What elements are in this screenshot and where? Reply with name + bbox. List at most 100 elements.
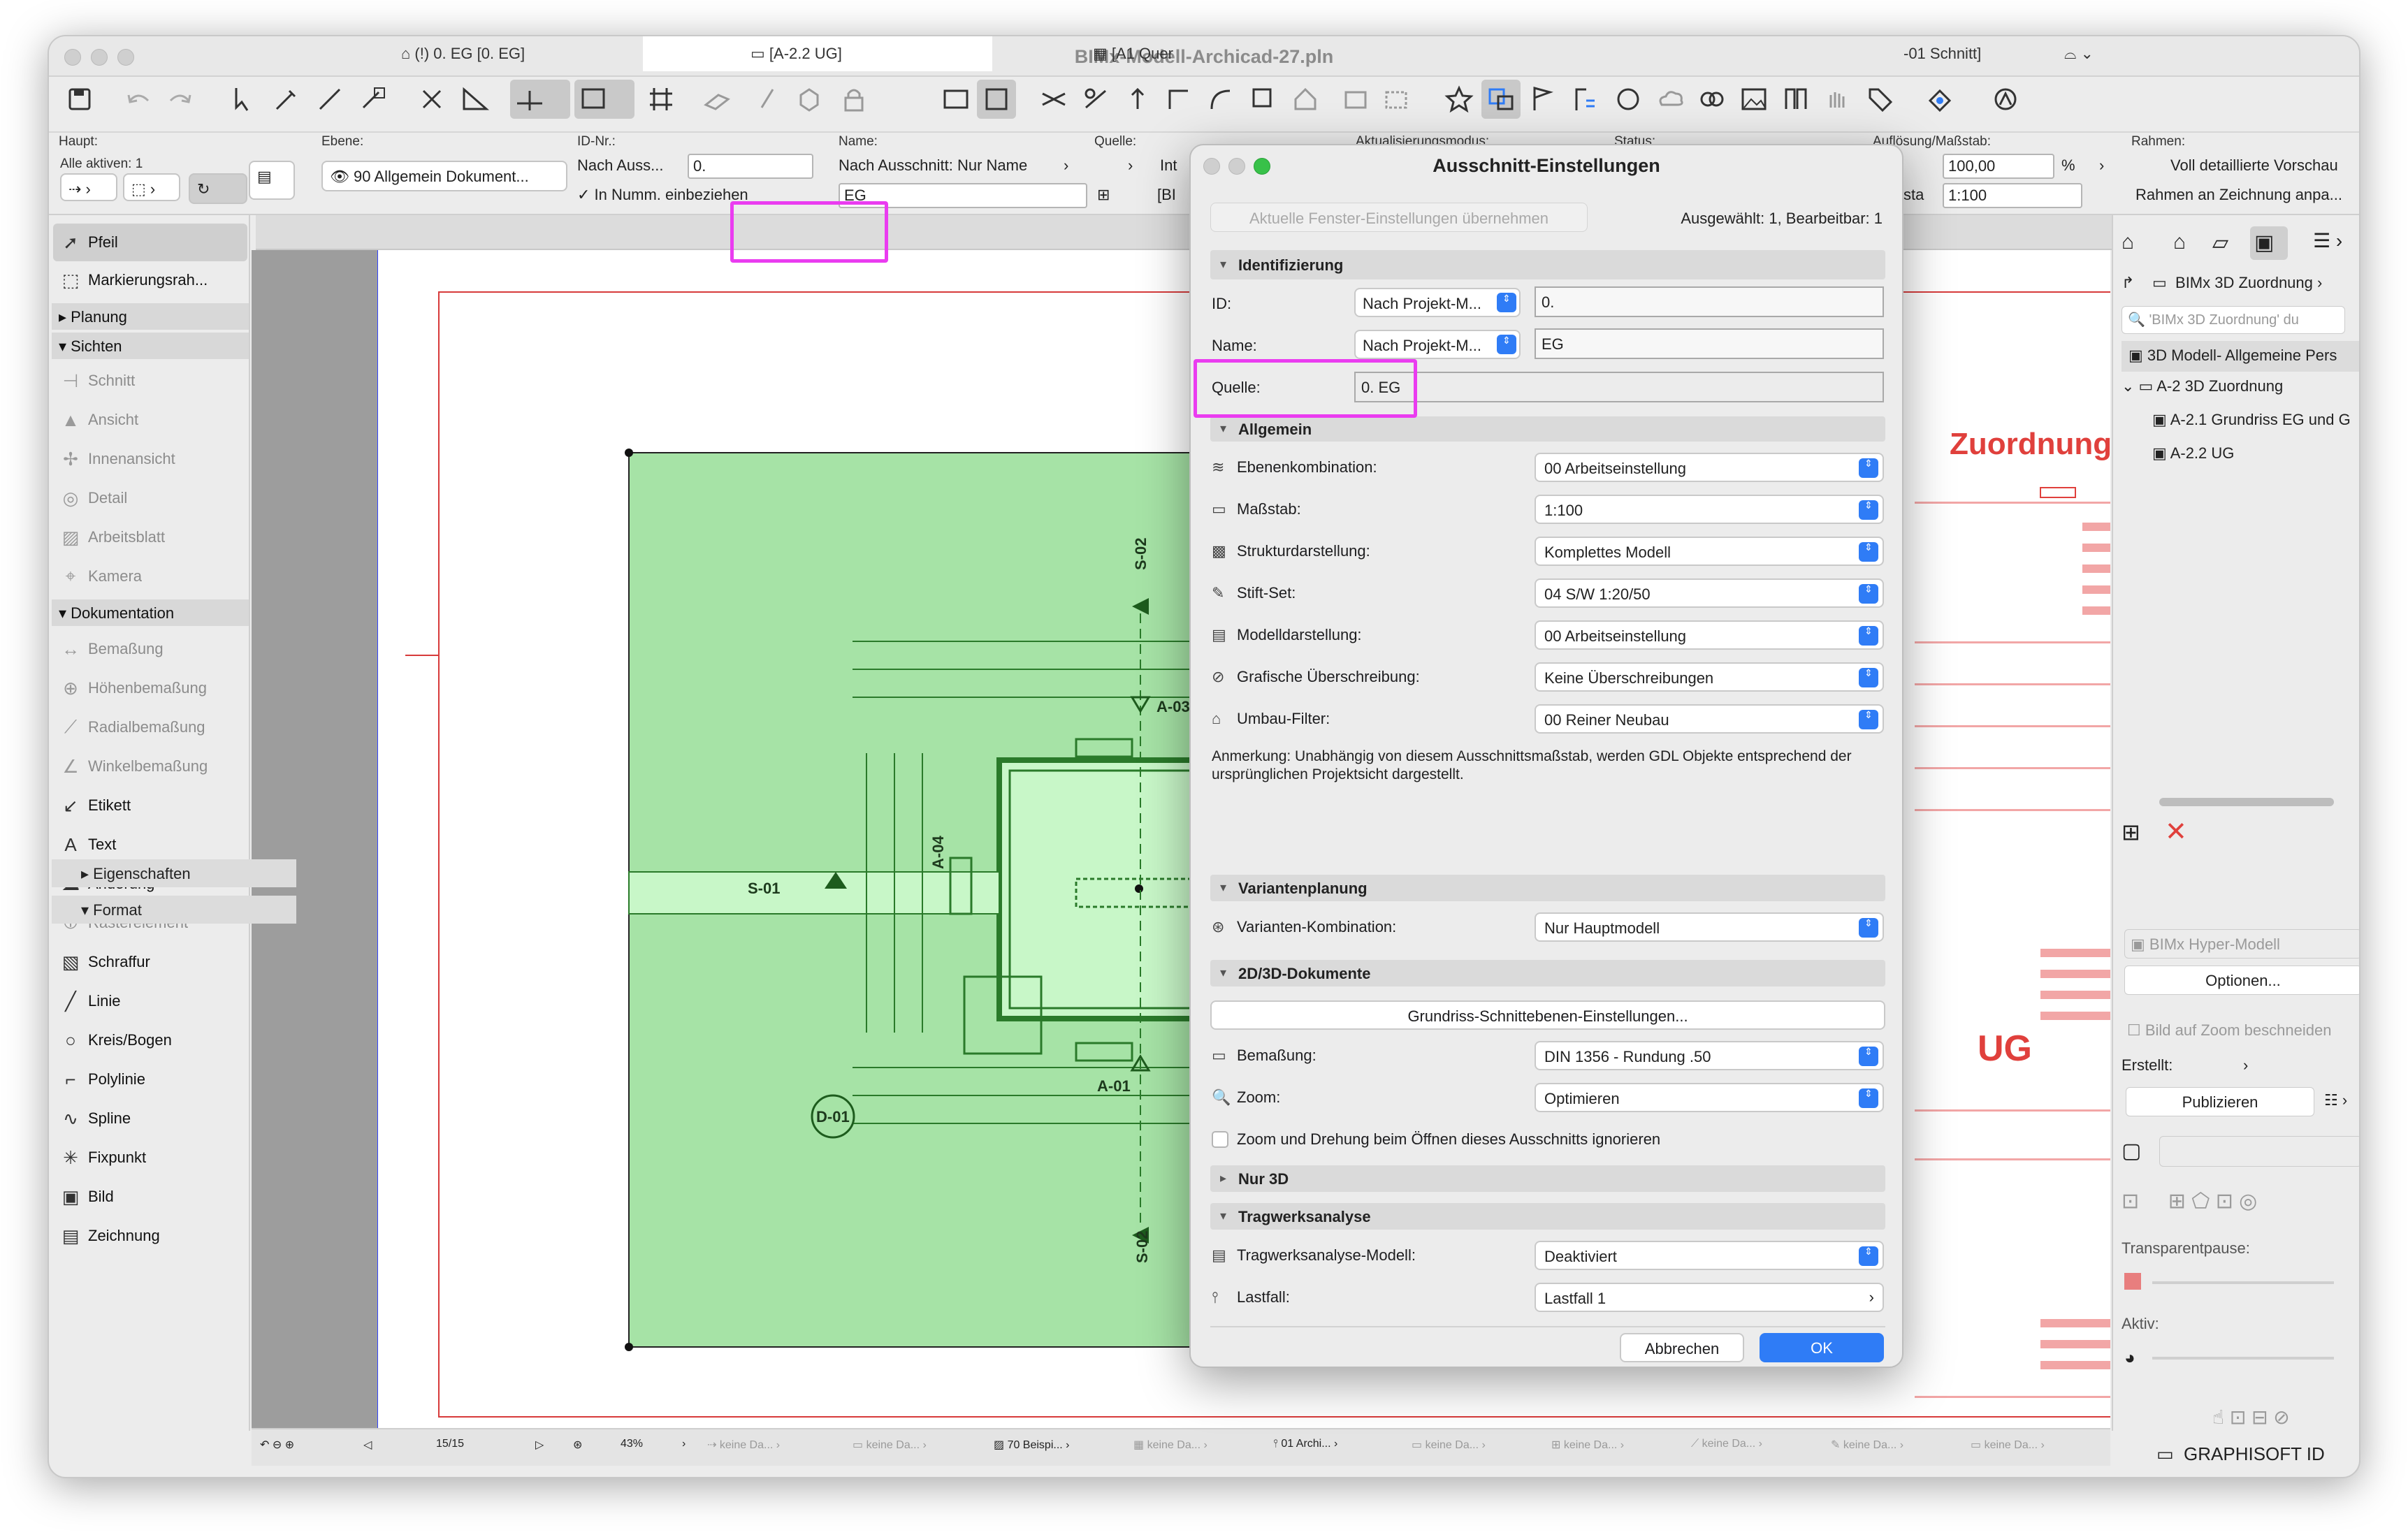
tree-item-3d-modell[interactable]: ▣ 3D Modell- Allgemeine Pers xyxy=(2121,341,2359,372)
tool-markierungsrahmen[interactable]: ⬚ Markierungsrah... xyxy=(53,261,247,299)
bild-zoom-checkbox[interactable]: ☐ Bild auf Zoom beschneiden xyxy=(2127,1021,2331,1040)
bemassung-dropdown[interactable]: DIN 1356 - Rundung .50 ⇕ xyxy=(1535,1041,1884,1070)
varianten-dropdown[interactable]: Nur Hauptmodell ⇕ xyxy=(1535,912,1884,942)
globe-icon[interactable] xyxy=(1609,80,1648,119)
trace-tools-icons[interactable]: ☝ ⊡ ⊟ ⊘ xyxy=(2212,1406,2290,1429)
section-planung[interactable]: ▸ Planung xyxy=(52,303,249,330)
back-arrow-icon[interactable]: ↱ xyxy=(2121,274,2134,292)
arrow-select-dropdown[interactable]: ⇢ › xyxy=(60,173,117,201)
new-folder-icon[interactable]: ⊞ xyxy=(2121,819,2140,845)
magic-wand-icon[interactable] xyxy=(354,80,393,119)
tool-schraffur[interactable]: ▧ Schraffur xyxy=(53,943,247,981)
color-wheel-icon[interactable]: ◕ xyxy=(2124,1347,2135,1369)
section-eigenschaften[interactable]: ▸ Eigenschaften xyxy=(52,859,296,887)
status-item-2[interactable]: ▭ keine Da... › xyxy=(853,1438,927,1452)
tool-kamera[interactable]: ⌖ Kamera xyxy=(53,558,247,595)
graphisoft-id-button[interactable]: ▭ GRAPHISOFT ID xyxy=(2156,1443,2325,1465)
layout-settings-button[interactable]: ▤ xyxy=(249,161,295,200)
next-page-icon[interactable]: ▷ xyxy=(535,1438,544,1452)
measure-icon[interactable] xyxy=(936,80,975,119)
status-item-1[interactable]: ⇢ keine Da... › xyxy=(707,1438,780,1452)
marker-s02-bottom[interactable]: S-02 xyxy=(1133,1231,1151,1263)
marker-s01[interactable]: S-01 xyxy=(748,880,780,897)
layout-icon[interactable] xyxy=(1481,80,1521,119)
publizieren-button[interactable]: Publizieren xyxy=(2126,1087,2314,1116)
aufl-input[interactable]: 100,00 xyxy=(1943,154,2054,179)
ebenenkombination-dropdown[interactable]: 00 Arbeitseinstellung ⇕ xyxy=(1535,453,1884,482)
status-item-9[interactable]: ✎ keine Da... › xyxy=(1831,1438,1903,1452)
in-numm-checkbox[interactable]: ✓ In Numm. einbeziehen xyxy=(577,186,748,204)
trim-icon[interactable] xyxy=(1034,80,1073,119)
status-item-10[interactable]: ▭ keine Da... › xyxy=(1971,1438,2045,1452)
zoom-dropdown[interactable]: Optimieren ⇕ xyxy=(1535,1083,1884,1112)
publisher-sets-icon[interactable]: ▣ xyxy=(2250,226,2288,260)
redo-icon[interactable] xyxy=(161,80,200,119)
pencil-icon[interactable] xyxy=(748,80,787,119)
guide-lines-icon[interactable] xyxy=(510,80,570,119)
id-input[interactable]: 0. xyxy=(1535,286,1884,317)
tab-schnitt[interactable]: -01 Schnitt] xyxy=(1894,36,1991,71)
undo-zoom-icons[interactable]: ↶ ⊖ ⊕ xyxy=(260,1438,294,1452)
tool-detail[interactable]: ◎ Detail xyxy=(53,479,247,517)
zoom-ignore-checkbox[interactable]: Zoom und Drehung beim Öffnen dieses Auss… xyxy=(1212,1130,1660,1149)
name-input[interactable]: EG xyxy=(1535,328,1884,359)
prev-page-icon[interactable]: ◁ xyxy=(363,1438,372,1452)
lock-icon[interactable] xyxy=(834,80,873,119)
id-input[interactable]: 0. xyxy=(688,154,813,179)
settings-button[interactable]: ↻ xyxy=(189,173,247,204)
trace-color-swatch[interactable] xyxy=(2124,1273,2141,1290)
eyedropper-icon[interactable] xyxy=(267,80,306,119)
section-identifizierung[interactable]: ▾ Identifizierung xyxy=(1210,250,1885,279)
tool-spline[interactable]: ∿ Spline xyxy=(53,1100,247,1137)
grid-icon[interactable] xyxy=(641,80,681,119)
hand-icon[interactable] xyxy=(1818,80,1857,119)
flag-icon[interactable] xyxy=(1523,80,1562,119)
layout-book-icon[interactable]: ▱ xyxy=(2212,231,2228,255)
tool-linie[interactable]: ╱ Linie xyxy=(53,982,247,1020)
grundriss-schnittebenen-button[interactable]: Grundriss-Schnittebenen-Einstellungen... xyxy=(1210,1000,1885,1030)
trace-icons[interactable]: ⊡ ⊞ ⬠ ⊡ ◎ xyxy=(2121,1189,2257,1214)
modelldarstellung-dropdown[interactable]: 00 Arbeitseinstellung ⇕ xyxy=(1535,620,1884,650)
undo-icon[interactable] xyxy=(119,80,158,119)
fillet-icon[interactable] xyxy=(1202,80,1241,119)
section-allgemein[interactable]: ▾ Allgemein xyxy=(1210,416,1885,442)
checkbox-box[interactable] xyxy=(1212,1131,1228,1148)
delete-x-icon[interactable]: ✕ xyxy=(2165,816,2187,847)
tab-eg[interactable]: ⌂ (!) 0. EG [0. EG] xyxy=(391,36,535,71)
status-item-3[interactable]: ▨ 70 Beispi... › xyxy=(994,1438,1070,1452)
format-dropdown[interactable]: ▣ BIMx Hyper-Modell xyxy=(2124,929,2359,959)
tool-pfeil[interactable]: ➚ Pfeil xyxy=(53,224,247,261)
house-icon[interactable] xyxy=(1286,80,1325,119)
tab-a1-quer[interactable]: ▦ [A1 Quer xyxy=(1083,36,1183,71)
status-item-6[interactable]: ▭ keine Da... › xyxy=(1412,1438,1486,1452)
cube-icon[interactable] xyxy=(790,80,829,119)
apply-window-settings-button[interactable]: Aktuelle Fenster-Einstellungen übernehme… xyxy=(1210,203,1588,232)
cancel-button[interactable]: Abbrechen xyxy=(1620,1333,1744,1362)
offset-icon[interactable] xyxy=(1244,80,1283,119)
project-map-icon[interactable]: ⌂ xyxy=(2121,231,2134,254)
tool-winkelbemassung[interactable]: ∠ Winkelbemaßung xyxy=(53,748,247,785)
layer-icon[interactable]: ▢ xyxy=(2121,1139,2141,1163)
marquee-dropdown[interactable]: ⬚ › xyxy=(123,173,180,201)
zoom-value[interactable]: 43% xyxy=(621,1438,643,1450)
view-map-icon[interactable]: ⌂ xyxy=(2173,231,2186,254)
section-2d3d-dokumente[interactable]: ▾ 2D/3D-Dokumente xyxy=(1210,960,1885,986)
compass-icon[interactable] xyxy=(1986,80,2025,119)
tool-schnitt[interactable]: ⊣ Schnitt xyxy=(53,362,247,400)
panel-menu-icon[interactable]: ☰ › xyxy=(2313,229,2342,252)
name-mode-dropdown[interactable]: Nach Projekt-M... ⇕ xyxy=(1354,330,1521,359)
status-item-4[interactable]: ▦ keine Da... › xyxy=(1133,1438,1207,1452)
tool-polylinie[interactable]: ⌐ Polylinie xyxy=(53,1061,247,1098)
tab-menu-icon[interactable]: ⌓ ⌄ xyxy=(2054,36,2103,71)
lastfall-dropdown[interactable]: Lastfall 1 › xyxy=(1535,1283,1884,1312)
render-icon[interactable] xyxy=(1920,80,1959,119)
tool-kreis-bogen[interactable]: ○ Kreis/Bogen xyxy=(53,1021,247,1059)
section-tragwerksanalyse[interactable]: ▾ Tragwerksanalyse xyxy=(1210,1203,1885,1230)
status-item-7[interactable]: ⊞ keine Da... › xyxy=(1551,1438,1624,1452)
massstab-dropdown[interactable]: 1:100 ⇕ xyxy=(1535,495,1884,524)
tragwerksanalyse-dropdown[interactable]: Deaktiviert ⇕ xyxy=(1535,1241,1884,1270)
grafische-ueberschreibung-dropdown[interactable]: Keine Überschreibungen ⇕ xyxy=(1535,662,1884,692)
section-dokumentation[interactable]: ▾ Dokumentation xyxy=(52,599,249,626)
fit-window-icon[interactable] xyxy=(977,80,1016,119)
marker-a01[interactable]: A-01 xyxy=(1097,1077,1131,1095)
